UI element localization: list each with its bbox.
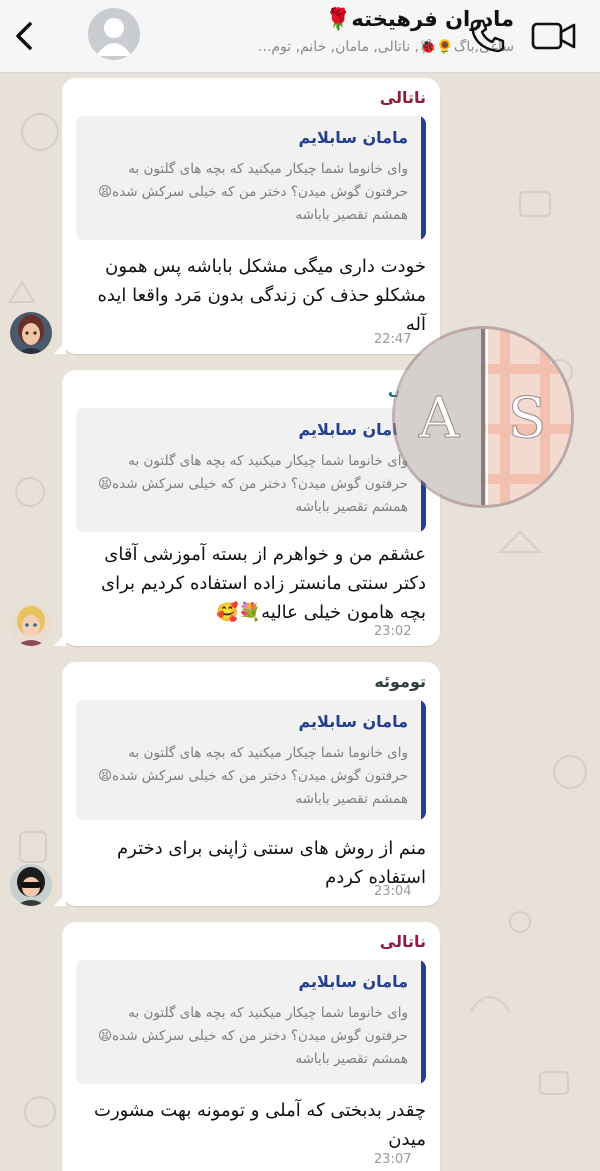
avatar[interactable] bbox=[10, 604, 52, 646]
message-bubble[interactable]: آملی مامان سابلایم وای خانوما شما چیکار … bbox=[54, 370, 440, 646]
sender-name: توموئه bbox=[374, 672, 426, 691]
voice-call-button[interactable] bbox=[466, 15, 506, 55]
watermark-letter-a: A bbox=[418, 386, 460, 451]
watermark-letter-s: S bbox=[508, 386, 546, 451]
message-bubble[interactable]: ناتالی مامان سابلایم وای خانوما شما چیکا… bbox=[62, 922, 440, 1171]
quoted-sender: مامان سابلایم bbox=[298, 972, 408, 991]
message-time: 23:02 bbox=[374, 624, 412, 639]
quoted-message[interactable]: مامان سابلایم وای خانوما شما چیکار میکنی… bbox=[76, 116, 426, 240]
watermark-logo: A S bbox=[392, 326, 574, 508]
quoted-message[interactable]: مامان سابلایم وای خانوما شما چیکار میکنی… bbox=[76, 408, 426, 532]
avatar[interactable] bbox=[10, 864, 52, 906]
user-avatar-tomoe bbox=[10, 864, 52, 906]
quoted-text: وای خانوما شما چیکار میکنید که بچه های گ… bbox=[97, 161, 408, 223]
message-text: خودت داری میگی مشکل باباشه پس همون مشکلو… bbox=[97, 256, 427, 335]
person-placeholder-icon bbox=[96, 18, 132, 56]
avatar[interactable] bbox=[10, 312, 52, 354]
user-avatar-natali bbox=[10, 312, 52, 354]
phone-icon bbox=[470, 19, 505, 53]
message-text: چقدر بدبختی که آملی و تومونه بهت مشورت م… bbox=[94, 1100, 426, 1150]
back-button[interactable] bbox=[6, 14, 40, 58]
sender-name: ناتالی bbox=[379, 88, 426, 107]
video-camera-icon bbox=[531, 22, 576, 50]
sender-name: ناتالی bbox=[379, 932, 426, 951]
quoted-text: وای خانوما شما چیکار میکنید که بچه های گ… bbox=[97, 453, 408, 515]
quoted-sender: مامان سابلایم bbox=[298, 128, 408, 147]
user-avatar-amelie bbox=[10, 604, 52, 646]
video-call-button[interactable] bbox=[530, 18, 578, 54]
message-bubble[interactable]: توموئه مامان سابلایم وای خانوما شما چیکا… bbox=[54, 662, 440, 906]
quoted-text: وای خانوما شما چیکار میکنید که بچه های گ… bbox=[97, 745, 408, 807]
chat-header: مادران فرهیخته🌹 ساغی,باگ🌻🐞, ناتالی, ماما… bbox=[0, 0, 600, 73]
quoted-message[interactable]: مامان سابلایم وای خانوما شما چیکار میکنی… bbox=[76, 960, 426, 1084]
quoted-text: وای خانوما شما چیکار میکنید که بچه های گ… bbox=[97, 1005, 408, 1067]
group-avatar[interactable] bbox=[88, 8, 140, 60]
message-time: 22:47 bbox=[374, 332, 412, 347]
message-text: عشقم من و خواهرم از بسته آموزشی آقای دکت… bbox=[100, 544, 426, 623]
message-time: 23:07 bbox=[374, 1152, 412, 1167]
quoted-sender: مامان سابلایم bbox=[298, 712, 408, 731]
chevron-left-icon bbox=[16, 22, 32, 50]
quoted-message[interactable]: مامان سابلایم وای خانوما شما چیکار میکنی… bbox=[76, 700, 426, 820]
message-bubble[interactable]: ناتالی مامان سابلایم وای خانوما شما چیکا… bbox=[54, 78, 440, 354]
message-time: 23:04 bbox=[374, 884, 412, 899]
